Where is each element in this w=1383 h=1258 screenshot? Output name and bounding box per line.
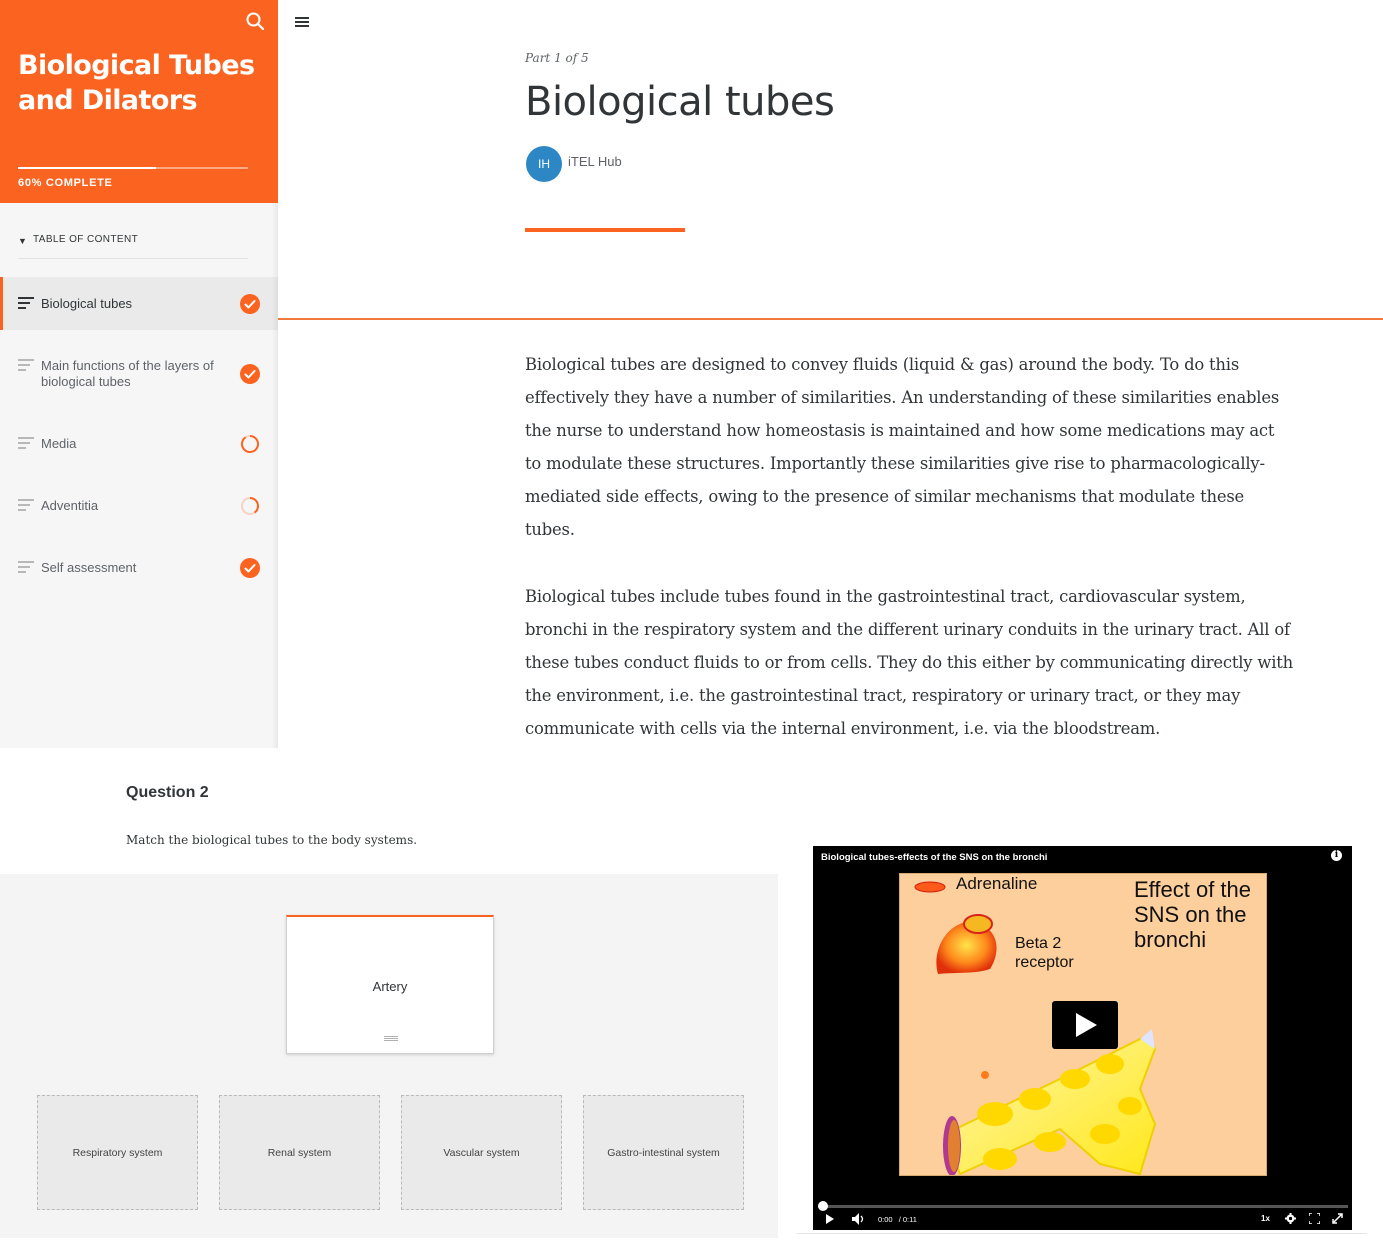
- lesson-label: Self assessment: [41, 560, 137, 575]
- slide-heading-line: Effect of the: [1134, 877, 1252, 902]
- settings-icon[interactable]: [1285, 1213, 1296, 1224]
- check-icon: [240, 558, 260, 578]
- volume-icon[interactable]: [852, 1213, 865, 1225]
- lesson-label: Media: [41, 436, 77, 451]
- lesson-paragraph: Biological tubes include tubes found in …: [525, 587, 1293, 738]
- drop-target-renal[interactable]: Renal system: [219, 1095, 380, 1210]
- play-icon[interactable]: [825, 1214, 835, 1224]
- slide-receptor-line: Beta 2: [1015, 935, 1062, 952]
- question-title: Question 2: [126, 784, 209, 801]
- lesson-label: Adventitia: [41, 498, 99, 513]
- search-icon[interactable]: [245, 11, 265, 31]
- slide-heading: Effect of the SNS on the bronchi: [1134, 877, 1251, 952]
- lesson-icon: [18, 499, 34, 511]
- lesson-label: Main functions of the layers of biologic…: [41, 358, 214, 389]
- toc-toggle[interactable]: ▼ TABLE OF CONTENT: [18, 232, 248, 259]
- fit-screen-icon[interactable]: [1309, 1213, 1320, 1224]
- progress-ring-fill: [241, 435, 259, 453]
- video-duration: / 0:11: [898, 1215, 917, 1224]
- lesson-icon: [18, 359, 34, 371]
- lesson-icon: [18, 437, 34, 449]
- sidebar-item-main-functions[interactable]: Main functions of the layers of biologic…: [0, 340, 278, 408]
- card-label: Artery: [372, 979, 408, 994]
- progress-ring-icon: [241, 497, 259, 515]
- video-controls: 0:00 / 0:11 1x: [813, 1201, 1352, 1230]
- lesson-paragraph: Biological tubes are designed to convey …: [525, 355, 1280, 539]
- drop-target-label: Vascular system: [443, 1147, 520, 1159]
- question-prompt: Match the biological tubes to the body s…: [126, 833, 418, 847]
- video-bottom-border: [797, 1233, 1367, 1234]
- course-progress-label: 60% COMPLETE: [18, 177, 113, 189]
- scrubber-knob[interactable]: [818, 1201, 828, 1211]
- author-name: iTEL Hub: [568, 154, 622, 169]
- sidebar-item-media[interactable]: Media: [0, 418, 278, 470]
- course-progress-fill: [18, 167, 156, 169]
- course-progress-bar: [18, 167, 248, 169]
- slide-adrenaline-label: Adrenaline: [956, 874, 1038, 893]
- lesson-label: Biological tubes: [41, 296, 133, 311]
- slide-receptor-label: Beta 2 receptor: [1015, 934, 1074, 972]
- toc-label: TABLE OF CONTENT: [33, 234, 139, 245]
- slide-heading-line: bronchi: [1134, 927, 1207, 952]
- lesson-part-label: Part 1 of 5: [525, 51, 589, 65]
- sidebar: Biological Tubes and Dilators 60% COMPLE…: [0, 0, 278, 748]
- check-icon: [240, 364, 260, 384]
- sidebar-shadow: [272, 203, 278, 748]
- drag-handle-icon[interactable]: [384, 1036, 398, 1041]
- playback-speed-button[interactable]: 1x: [1261, 1214, 1270, 1223]
- video-title: Biological tubes-effects of the SNS on t…: [821, 852, 1048, 863]
- check-icon: [240, 294, 260, 314]
- big-play-button[interactable]: [1052, 1001, 1118, 1049]
- info-icon[interactable]: i: [1331, 850, 1342, 861]
- drop-target-gastro-intestinal[interactable]: Gastro-intestinal system: [583, 1095, 744, 1210]
- draggable-card[interactable]: Artery: [286, 915, 494, 1054]
- fullscreen-icon[interactable]: [1332, 1213, 1343, 1224]
- video-scrubber[interactable]: [818, 1201, 1348, 1211]
- menu-icon[interactable]: [293, 14, 311, 30]
- course-title: Biological Tubes and Dilators: [18, 50, 255, 116]
- video-time: 0:00 / 0:11: [878, 1215, 917, 1224]
- sidebar-item-self-assessment[interactable]: Self assessment: [0, 542, 278, 594]
- video-current-time: 0:00: [878, 1215, 893, 1224]
- lesson-title: Biological tubes: [525, 79, 835, 125]
- lesson-icon: [18, 297, 34, 309]
- video-player[interactable]: Biological tubes-effects of the SNS on t…: [813, 846, 1352, 1230]
- header-divider: [278, 318, 1383, 320]
- drop-target-vascular[interactable]: Vascular system: [401, 1095, 562, 1210]
- slide-receptor-line: receptor: [1015, 954, 1074, 971]
- drop-target-label: Renal system: [267, 1147, 332, 1159]
- sidebar-header: Biological Tubes and Dilators 60% COMPLE…: [0, 0, 278, 203]
- drop-target-respiratory[interactable]: Respiratory system: [37, 1095, 198, 1210]
- slide-heading-line: SNS on the: [1134, 902, 1247, 927]
- progress-ring-icon: [241, 435, 259, 453]
- play-icon: [1076, 1013, 1097, 1037]
- title-underline: [525, 228, 685, 232]
- drop-target-label: Gastro-intestinal system: [607, 1147, 720, 1159]
- avatar: IH: [526, 146, 562, 182]
- drop-target-label: Respiratory system: [72, 1147, 163, 1159]
- sidebar-item-biological-tubes[interactable]: Biological tubes: [0, 277, 278, 330]
- lesson-icon: [18, 561, 34, 573]
- sidebar-item-adventitia[interactable]: Adventitia: [0, 480, 278, 532]
- caret-down-icon: ▼: [18, 236, 27, 246]
